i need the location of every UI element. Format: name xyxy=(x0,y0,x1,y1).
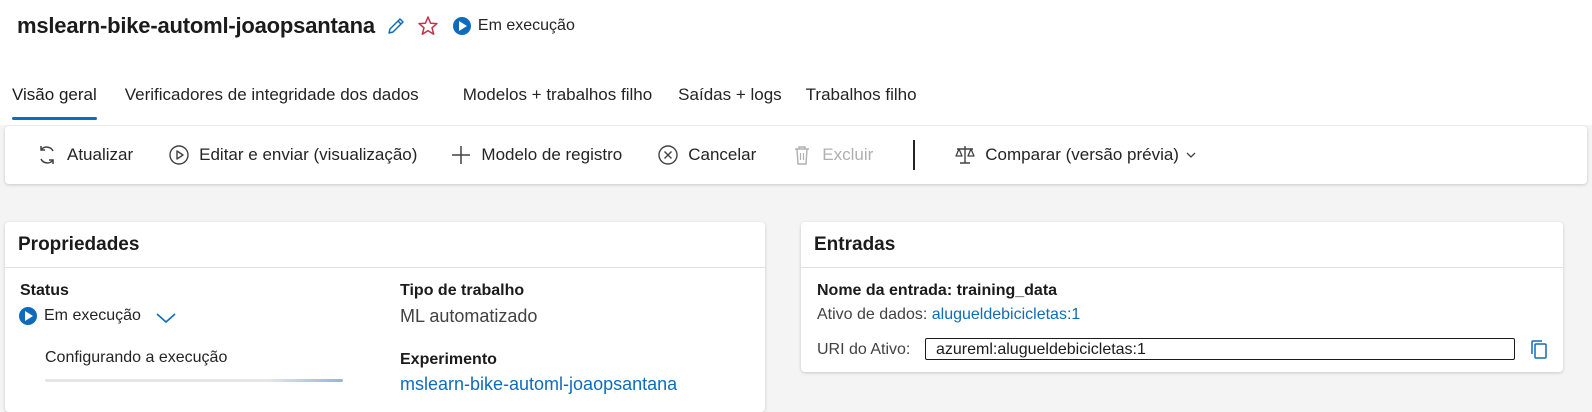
refresh-icon xyxy=(35,143,59,167)
tab-models-child-jobs[interactable]: Modelos + trabalhos filho xyxy=(451,76,664,120)
cancel-button[interactable]: Cancelar xyxy=(656,135,756,175)
trash-icon xyxy=(790,143,814,167)
tab-outputs-logs[interactable]: Saídas + logs xyxy=(666,76,794,120)
status-progress-bar xyxy=(45,379,343,382)
cancel-label: Cancelar xyxy=(688,145,757,164)
refresh-button[interactable]: Atualizar xyxy=(35,135,133,175)
data-asset-label: Ativo de dados: xyxy=(817,306,928,323)
tab-bar: Visão geral Verificadores de integridade… xyxy=(0,76,929,122)
status-value: Em execução xyxy=(44,307,141,324)
status-row: Em execução xyxy=(19,307,177,325)
running-play-icon xyxy=(452,17,471,35)
register-model-label: Modelo de registro xyxy=(481,145,623,164)
delete-label: Excluir xyxy=(822,145,874,164)
experiment-label: Experimento xyxy=(400,351,497,368)
tab-overview[interactable]: Visão geral xyxy=(0,76,109,120)
data-asset-link[interactable]: alugueldebicicletas:1 xyxy=(932,306,1081,323)
status-text: Em execução xyxy=(477,17,575,34)
properties-card: Propriedades Status Em execução Configur… xyxy=(5,222,765,412)
inputs-heading: Entradas xyxy=(801,222,1563,268)
copy-icon[interactable] xyxy=(1529,339,1549,361)
status-badge: Em execução xyxy=(452,17,575,35)
delete-button[interactable]: Excluir xyxy=(790,135,873,175)
job-type-label: Tipo de trabalho xyxy=(400,282,525,299)
experiment-link[interactable]: mslearn-bike-automl-joaopsantana xyxy=(400,374,677,395)
toolbar-divider xyxy=(913,140,916,170)
uri-field[interactable]: azureml:alugueldebicicletas:1 xyxy=(925,338,1515,360)
register-model-button[interactable]: Modelo de registro xyxy=(449,135,622,175)
favorite-star-icon[interactable] xyxy=(417,15,439,37)
expand-status-chevron-icon[interactable] xyxy=(155,311,177,325)
compare-button[interactable]: Comparar (versão prévia) xyxy=(953,135,1197,175)
tab-data-guardrails[interactable]: Verificadores de integridade dos dados xyxy=(113,76,431,120)
chevron-down-icon xyxy=(1185,149,1197,161)
data-asset-row: Ativo de dados: alugueldebicicletas:1 xyxy=(817,306,1080,324)
job-type-value: ML automatizado xyxy=(400,306,538,326)
status-label: Status xyxy=(20,282,69,299)
edit-submit-label: Editar e enviar (visualização) xyxy=(199,145,418,164)
edit-pencil-icon[interactable] xyxy=(385,15,407,37)
tab-child-jobs[interactable]: Trabalhos filho xyxy=(794,76,929,120)
uri-label: URI do Ativo: xyxy=(817,341,911,358)
cancel-circle-icon xyxy=(656,143,680,167)
compare-label: Comparar (versão prévia) xyxy=(985,145,1179,164)
command-bar: Atualizar Editar e enviar (visualização)… xyxy=(5,126,1587,184)
compare-scale-icon xyxy=(953,143,977,167)
play-circle-icon xyxy=(167,143,191,167)
refresh-label: Atualizar xyxy=(67,145,134,164)
running-play-icon xyxy=(19,307,37,325)
inputs-card: Entradas Nome da entrada: training_data … xyxy=(801,222,1563,372)
title-row: mslearn-bike-automl-joaopsantana Em exec… xyxy=(17,10,575,42)
properties-heading: Propriedades xyxy=(5,222,765,268)
page-title: mslearn-bike-automl-joaopsantana xyxy=(17,13,375,38)
input-name-label: Nome da entrada: training_data xyxy=(817,282,1058,299)
edit-submit-button[interactable]: Editar e enviar (visualização) xyxy=(167,135,417,175)
status-detail: Configurando a execução xyxy=(45,349,228,366)
plus-icon xyxy=(449,143,473,167)
page-header: mslearn-bike-automl-joaopsantana Em exec… xyxy=(0,0,1592,125)
